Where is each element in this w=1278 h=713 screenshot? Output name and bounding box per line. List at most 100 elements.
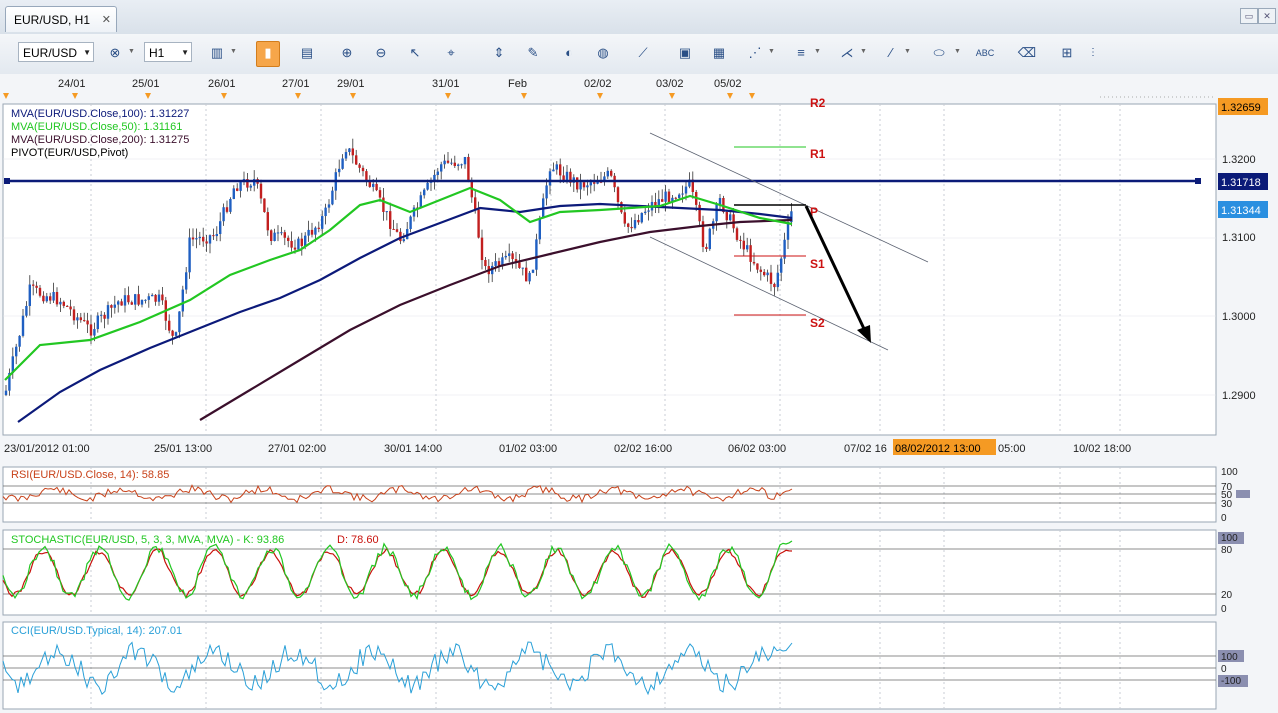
candle-body [678,194,681,198]
candle-body [715,204,718,222]
edit-icon[interactable]: ✎ [522,42,544,64]
candle-body [229,198,232,212]
candle-body [593,182,596,184]
restore-window-icon[interactable]: ▭ [1240,8,1258,24]
candle-body [219,221,222,235]
candle-body [205,241,208,244]
main-plot-bg [2,103,1217,436]
candle-body [769,272,773,284]
chevron-down-icon[interactable]: ▼ [768,48,775,55]
fibonacci-icon[interactable]: ⋰ [744,42,766,64]
candle-body [776,272,779,288]
text-icon[interactable]: ABC [974,42,996,64]
candle-body [18,335,21,347]
chevron-down-icon[interactable]: ▼ [954,48,961,55]
candle-body [786,222,790,240]
candle-body [661,199,664,202]
bar-icon[interactable]: ▤ [296,42,318,64]
candle-body [382,197,385,212]
candle-body [72,309,76,321]
candle-body [378,190,382,198]
magnet-icon[interactable]: ◐ [558,42,580,64]
chevron-down-icon[interactable]: ▼ [230,48,237,55]
candle-body [154,294,157,302]
candle-body [705,246,708,250]
eraser-icon[interactable]: ⌫ [1016,42,1038,64]
template-icon[interactable]: ▦ [708,42,730,64]
candle-body [100,314,103,316]
candle-body [616,187,620,203]
chevron-down-icon[interactable]: ▼ [814,48,821,55]
candle-body [752,261,756,264]
ruler-icon[interactable]: ⟋ [632,42,654,64]
candle-body [93,329,96,336]
candle-body [446,160,450,163]
candle-body [273,232,276,242]
candle-body [35,285,38,288]
cci-tick: 100 [1221,652,1238,663]
cursor-icon[interactable]: ↖ [404,42,426,64]
candle-body [341,158,344,169]
candle-body [151,294,154,297]
pencil-icon[interactable]: ⁄ [880,42,902,64]
candle-body [314,227,317,235]
candle-body [746,245,749,250]
symbol-select[interactable]: EUR/USD ▼ [18,42,94,62]
overflow-menu-icon[interactable]: ⋮ [1082,42,1104,64]
chart-type-icon[interactable]: ▥ [206,42,228,64]
chevron-down-icon[interactable]: ▼ [904,48,911,55]
candle-body [283,232,286,238]
image-icon[interactable]: ▣ [674,42,696,64]
candle-body [759,269,762,272]
close-tab-icon[interactable]: ✕ [102,7,111,33]
candle-body [276,232,280,234]
price-box-high-label: 1.32659 [1221,102,1261,114]
candle-body [780,258,783,273]
pitchfork-icon[interactable]: ⋌ [836,42,858,64]
time-label: 07/02 16 [844,443,887,455]
legend-ma100: MVA(EUR/USD.Close,100): 1.31227 [11,108,189,120]
candle-body [49,296,52,301]
candle-body [202,236,205,242]
candle-icon[interactable]: ▮ [256,41,280,67]
lines-icon[interactable]: ≡ [790,42,812,64]
stoch-tick: 20 [1221,590,1233,601]
candle-body [236,188,239,191]
candle-body [290,240,293,248]
candle-body [117,301,120,305]
chart-tab[interactable]: EUR/USD, H1 ✕ [5,6,117,32]
time-label: 05:00 [998,443,1026,455]
chevron-down-icon[interactable]: ▼ [860,48,867,55]
candle-body [32,284,35,286]
chart-area[interactable]: 24/01 25/01 26/01 27/01 29/01 31/01 Feb 02/02 03… [0,74,1278,713]
close-window-icon[interactable]: ✕ [1258,8,1276,24]
candle-body [297,238,300,250]
time-label: 10/02 18:00 [1073,443,1131,455]
time-label: 01/02 03:00 [499,443,557,455]
candle-body [144,299,147,301]
stoch-tick: 100 [1221,533,1238,544]
candle-body [338,168,341,173]
candle-body [443,160,446,165]
time-label: 30/01 14:00 [384,443,442,455]
rsi-plot-bg [2,466,1217,523]
candle-body [409,216,412,230]
zoom-out-icon[interactable]: ⊖ [370,42,392,64]
candle-body [644,211,647,213]
zoom-in-icon[interactable]: ⊕ [336,42,358,64]
candle-body [110,305,113,308]
date-marker-label: 05/02 [714,78,742,90]
fit-icon[interactable]: ⇕ [488,42,510,64]
ellipse-icon[interactable]: ⬭ [928,42,950,64]
candle-body [86,320,89,325]
globe-icon[interactable]: ◍ [592,42,614,64]
timeframe-select[interactable]: H1 ▼ [144,42,192,62]
object-tree-icon[interactable]: ⊞ [1056,42,1078,64]
candle-body [310,229,314,235]
candle-body [317,227,320,229]
chevron-down-icon[interactable]: ▼ [128,48,135,55]
crosshair-icon[interactable]: ⌖ [440,42,462,64]
rsi-value-marker [1236,490,1250,498]
add-symbol-icon[interactable]: ⊗ [104,42,126,64]
candle-body [664,191,667,202]
